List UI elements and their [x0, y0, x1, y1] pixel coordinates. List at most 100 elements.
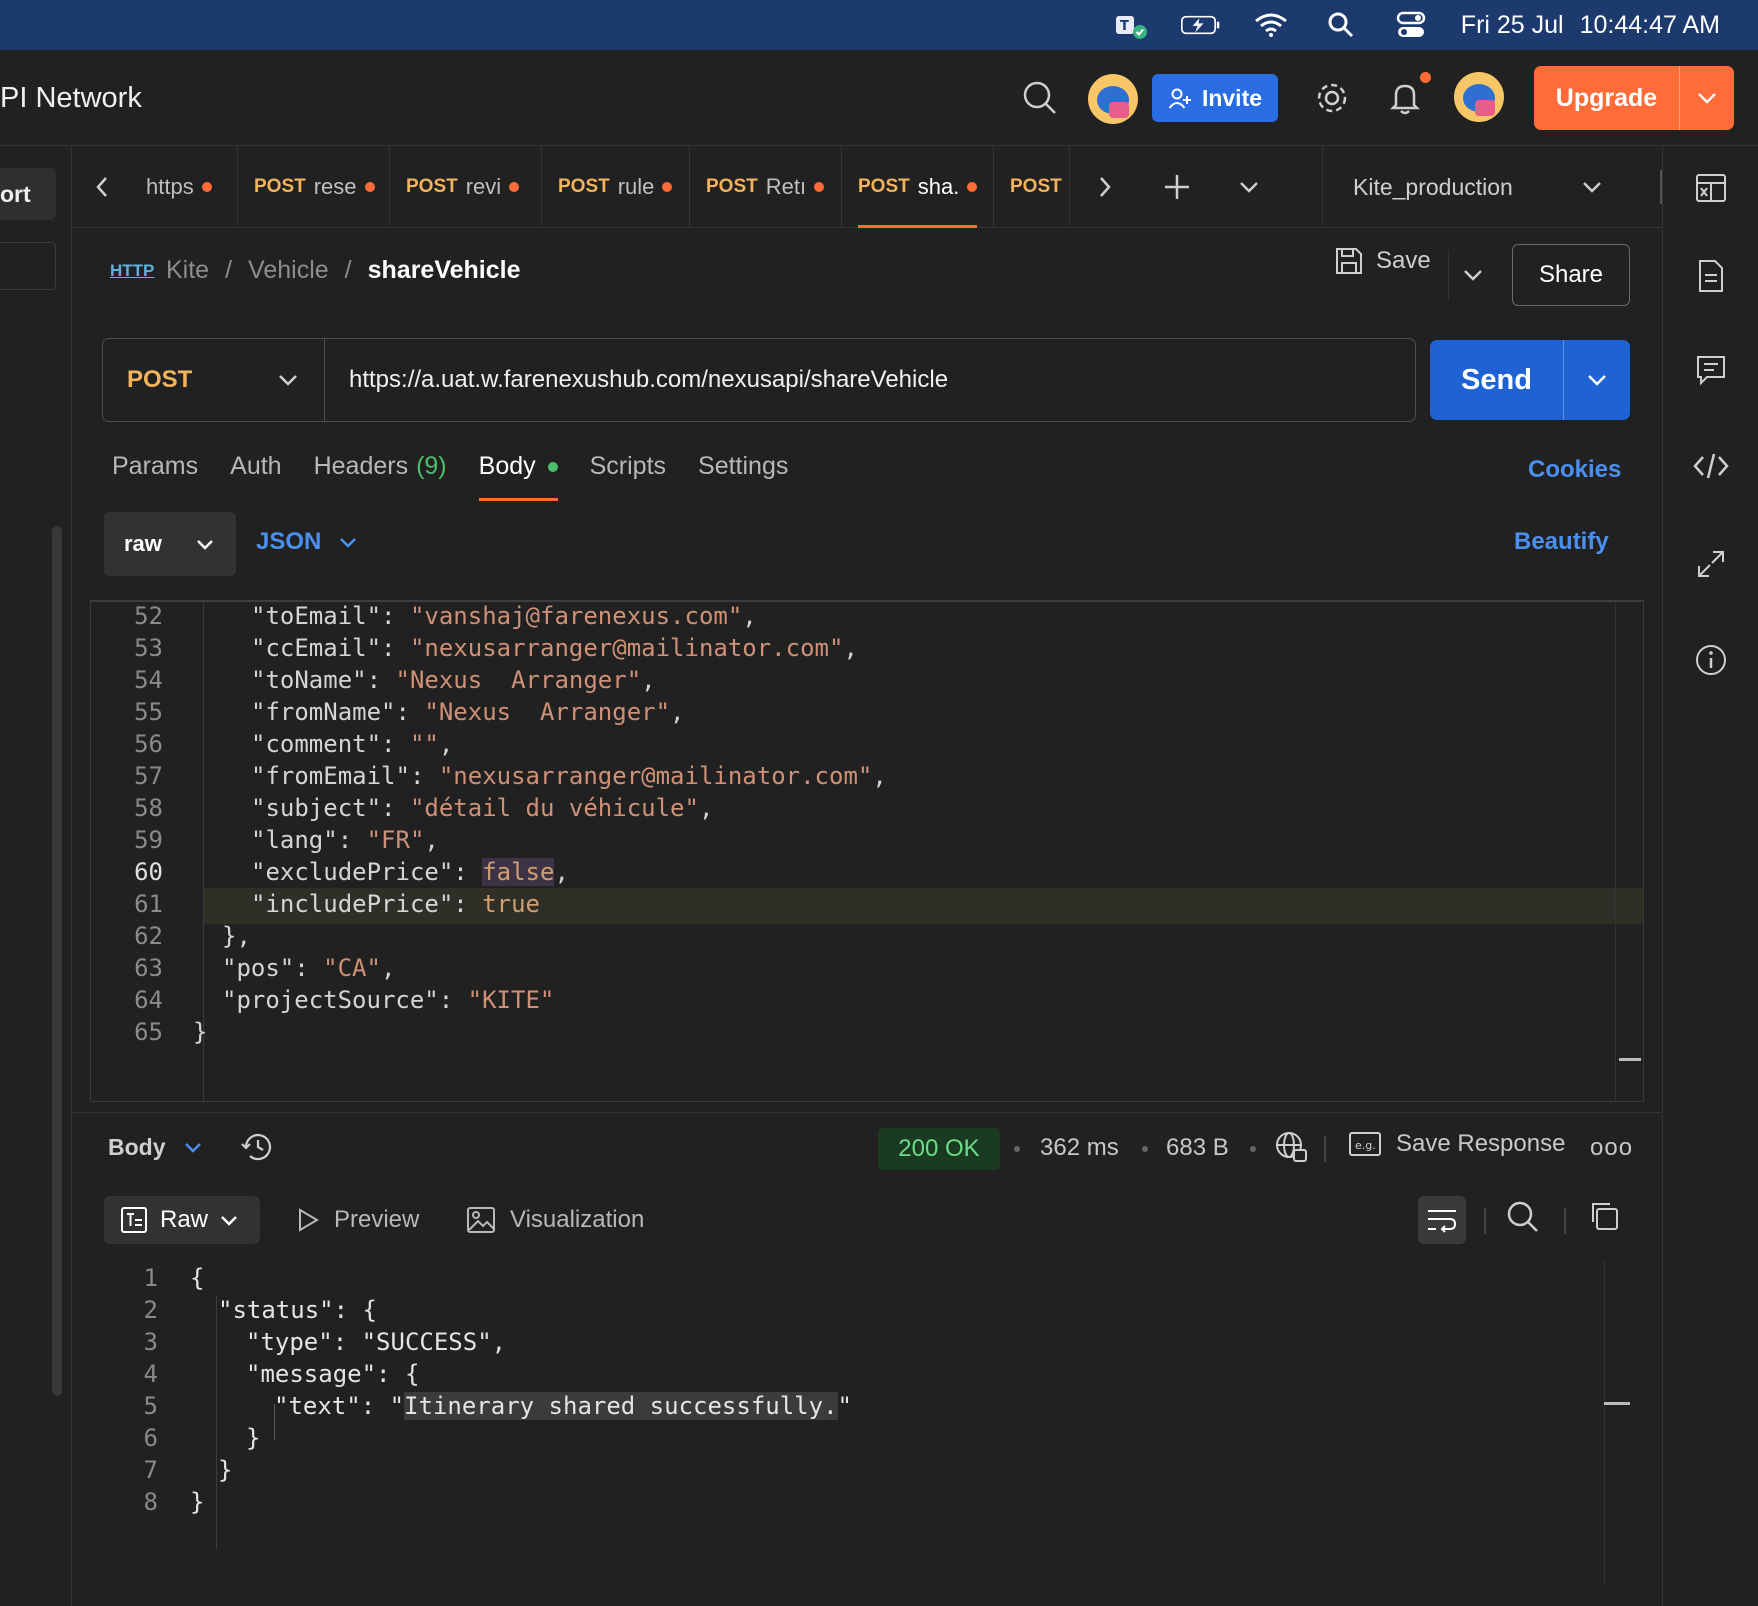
response-preview-tab[interactable]: Preview — [296, 1206, 419, 1234]
save-response-button[interactable]: e.g. Save Response — [1348, 1130, 1565, 1158]
response-line[interactable]: 7} — [104, 1452, 1644, 1488]
chevron-down-icon[interactable] — [1214, 146, 1284, 228]
method-select[interactable]: POST — [103, 339, 325, 421]
menubar-clock[interactable]: Fri 25 Jul 10:44:47 AM — [1461, 11, 1720, 40]
code-line[interactable]: 57 "fromEmail": "nexusarranger@mailinator… — [91, 758, 1643, 794]
url-input[interactable] — [325, 366, 1415, 394]
response-body-viewer[interactable]: 1{2 "status": {3 "type": "SUCCESS", 4 "messa… — [104, 1260, 1644, 1590]
body-language-select[interactable]: JSON — [256, 528, 357, 556]
code-line[interactable]: 61 "includePrice": true — [91, 886, 1643, 922]
line-number: 56 — [134, 730, 163, 758]
share-button[interactable]: Share — [1512, 244, 1630, 306]
bell-icon[interactable] — [1388, 80, 1422, 116]
code-line[interactable]: 58 "subject": "détail du véhicule", — [91, 790, 1643, 826]
workspace-title[interactable]: PI Network — [0, 82, 142, 115]
sidebar-filter-input[interactable] — [0, 242, 56, 290]
response-visualization-tab[interactable]: Visualization — [466, 1206, 644, 1234]
search-icon[interactable] — [1020, 78, 1060, 118]
response-line[interactable]: 5 "text": "Itinerary shared successfully.… — [104, 1388, 1644, 1424]
response-line[interactable]: 8} — [104, 1484, 1644, 1520]
chevron-down-icon[interactable] — [1448, 250, 1483, 300]
breadcrumb-folder[interactable]: Vehicle — [248, 256, 329, 285]
code-line[interactable]: 54 "toName": "Nexus Arranger", — [91, 662, 1643, 698]
gear-icon[interactable] — [1314, 80, 1350, 116]
code-line[interactable]: 52 "toEmail": "vanshaj@farenexus.com", — [91, 602, 1643, 634]
more-options-icon[interactable]: ooo — [1590, 1134, 1633, 1162]
control-center-icon[interactable] — [1391, 8, 1431, 42]
tab-post-partial[interactable]: POST( — [994, 145, 1070, 228]
tab-post-sharevehicle[interactable]: POST sha. — [842, 145, 994, 228]
comments-icon[interactable] — [1689, 348, 1733, 392]
tab-headers[interactable]: Headers (9) — [314, 452, 447, 501]
code-line[interactable]: 53 "ccEmail": "nexusarranger@mailinator.c… — [91, 630, 1643, 666]
response-line[interactable]: 4 "message": { — [104, 1356, 1644, 1392]
invite-button[interactable]: Invite — [1152, 74, 1278, 122]
response-line[interactable]: 6} — [104, 1420, 1644, 1456]
related-collections-icon[interactable] — [1689, 542, 1733, 586]
wrap-lines-icon[interactable] — [1418, 1196, 1466, 1244]
code-icon[interactable] — [1689, 444, 1733, 488]
battery-charging-icon[interactable] — [1180, 8, 1221, 42]
plus-icon[interactable] — [1140, 146, 1214, 228]
spotlight-search-icon[interactable] — [1321, 8, 1361, 42]
user-avatar[interactable] — [1454, 72, 1504, 122]
response-line[interactable]: 1{ — [104, 1260, 1644, 1296]
request-name[interactable]: shareVehicle — [368, 256, 521, 285]
response-raw-select[interactable]: Raw — [104, 1196, 260, 1244]
response-size[interactable]: 683 B — [1166, 1134, 1229, 1162]
beautify-button[interactable]: Beautify — [1514, 528, 1609, 556]
teams-icon[interactable]: T — [1111, 8, 1151, 42]
response-time[interactable]: 362 ms — [1040, 1134, 1119, 1162]
documentation-icon[interactable] — [1689, 254, 1733, 298]
save-button[interactable]: Save — [1334, 246, 1431, 276]
chevron-down-icon[interactable] — [1680, 92, 1734, 104]
upgrade-button[interactable]: Upgrade — [1534, 66, 1734, 130]
body-mode-select[interactable]: raw — [104, 512, 236, 576]
tab-body[interactable]: Body — [478, 452, 558, 501]
code-line[interactable]: 59 "lang": "FR", — [91, 822, 1643, 858]
network-globe-icon[interactable] — [1274, 1130, 1308, 1164]
chevron-left-icon[interactable] — [72, 146, 132, 228]
cookies-link[interactable]: Cookies — [1528, 456, 1621, 484]
code-line[interactable]: 60 "excludePrice": false, — [91, 854, 1643, 890]
tab-scripts[interactable]: Scripts — [590, 452, 666, 501]
environment-select[interactable]: Kite_production — [1322, 146, 1632, 228]
divider — [1324, 1136, 1326, 1162]
chevron-down-icon — [1582, 181, 1602, 193]
sidebar-scrollbar[interactable] — [52, 526, 62, 1396]
import-button[interactable]: ort — [0, 168, 56, 220]
history-icon[interactable] — [240, 1130, 276, 1164]
tab-auth[interactable]: Auth — [230, 452, 281, 501]
tab-https[interactable]: https — [132, 145, 238, 228]
code-line[interactable]: 62}, — [91, 918, 1643, 954]
breadcrumb-collection[interactable]: Kite — [166, 256, 209, 285]
response-line[interactable]: 3 "type": "SUCCESS", — [104, 1324, 1644, 1360]
tab-post-retr[interactable]: POST Retı — [690, 145, 842, 228]
chevron-right-icon[interactable] — [1070, 146, 1140, 228]
response-line[interactable]: 2 "status": { — [104, 1292, 1644, 1328]
tab-settings[interactable]: Settings — [698, 452, 788, 501]
status-badge[interactable]: 200 OK — [878, 1128, 1000, 1170]
team-avatar[interactable] — [1088, 74, 1138, 124]
code-line[interactable]: 64 "projectSource": "KITE" — [91, 982, 1643, 1018]
save-response-label: Save Response — [1396, 1130, 1566, 1157]
tab-post-rule[interactable]: POST rule — [542, 145, 690, 228]
code-text: "text": "Itinerary shared successfully." — [274, 1392, 852, 1420]
environment-quicklook-icon[interactable] — [1689, 166, 1733, 210]
response-body-select[interactable]: Body — [108, 1134, 202, 1161]
code-line[interactable]: 63 "pos": "CA", — [91, 950, 1643, 986]
code-line[interactable]: 55 "fromName": "Nexus Arranger", — [91, 694, 1643, 730]
request-body-editor[interactable]: 52 "toEmail": "vanshaj@farenexus.com", 53 "… — [90, 600, 1644, 1102]
info-icon[interactable] — [1689, 638, 1733, 682]
tab-params[interactable]: Params — [112, 452, 198, 501]
code-line[interactable]: 56 "comment": "", — [91, 726, 1643, 762]
tab-post-rese[interactable]: POST rese — [238, 145, 390, 228]
code-line[interactable]: 65} — [91, 1014, 1643, 1050]
search-icon[interactable] — [1506, 1200, 1540, 1234]
copy-icon[interactable] — [1588, 1200, 1620, 1232]
send-button[interactable]: Send — [1430, 340, 1630, 420]
wifi-icon[interactable] — [1251, 8, 1291, 42]
tab-post-revi[interactable]: POST revi — [390, 145, 542, 228]
chevron-down-icon[interactable] — [1564, 374, 1630, 386]
code-text: "includePrice": true — [251, 890, 540, 918]
